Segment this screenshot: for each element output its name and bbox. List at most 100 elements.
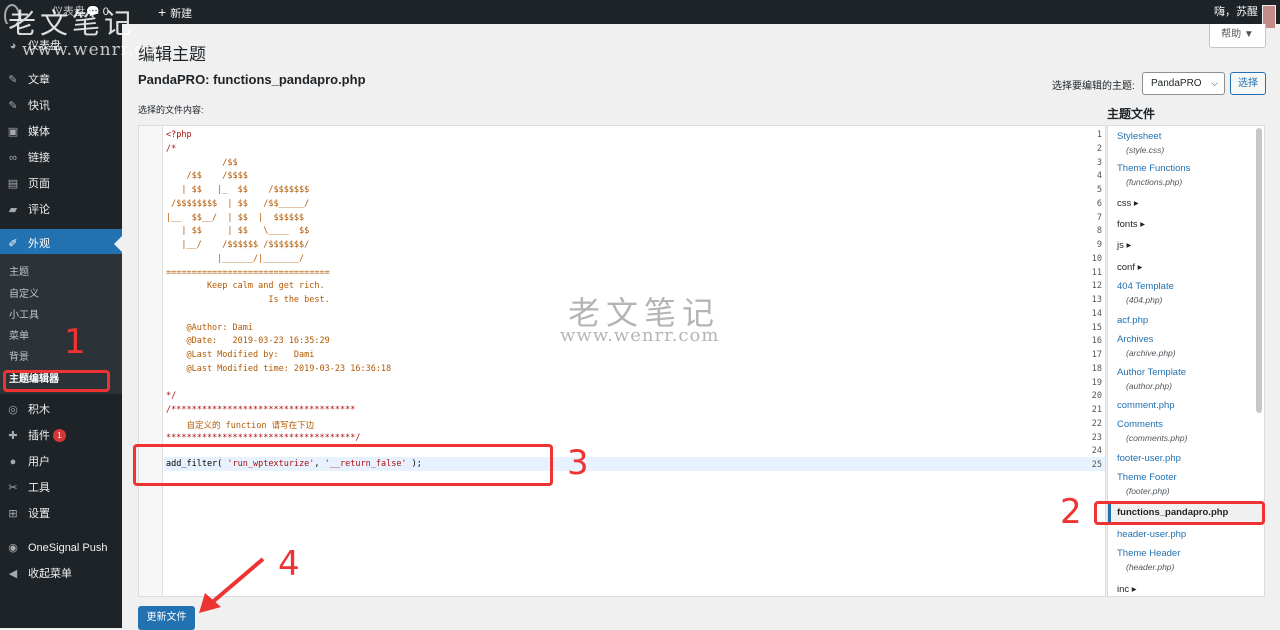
sidebar-item-label: 外观 — [28, 238, 50, 250]
plugin-update-badge: 1 — [53, 429, 66, 442]
file-folder[interactable]: fonts ▸ — [1117, 219, 1145, 230]
file-folder[interactable]: conf ▸ — [1117, 262, 1142, 273]
sidebar-item-news[interactable]: ✎ 快讯 — [0, 94, 122, 118]
file-folder[interactable]: css ▸ — [1117, 198, 1139, 209]
code-line[interactable]: /************************************ — [166, 405, 355, 415]
code-line[interactable]: <?php — [166, 130, 192, 140]
file-link[interactable]: Stylesheet — [1117, 131, 1161, 142]
submenu-customize[interactable]: 自定义 — [9, 286, 39, 304]
line-number: 3 — [1096, 157, 1102, 168]
sidebar-item-pages[interactable]: ▤ 页面 — [0, 172, 122, 196]
sidebar-item-onesignal[interactable]: ◉ OneSignal Push — [0, 536, 122, 560]
line-number: 25 — [1091, 460, 1102, 470]
code-line[interactable]: /$$$$$$$$ | $$ /$$_____/ — [166, 199, 309, 209]
file-link[interactable]: Author Template — [1117, 367, 1186, 378]
sidebar-item-users[interactable]: ● 用户 — [0, 450, 122, 474]
help-button[interactable]: 帮助 ▼ — [1209, 24, 1266, 48]
theme-select[interactable]: PandaPRO ⌵ — [1142, 72, 1225, 95]
theme-file-list: Stylesheet (style.css) Theme Functions (fun… — [1107, 125, 1265, 597]
code-line[interactable]: @Date: 2019-03-23 16:35:29 — [166, 336, 329, 346]
file-name-sub: (header.php) — [1126, 562, 1175, 572]
admin-bar-howdy[interactable]: 嗨，苏醒 — [1214, 0, 1258, 24]
sidebar-item-label: 工具 — [28, 482, 50, 494]
annotation-box-3 — [133, 444, 553, 486]
line-number: 14 — [1091, 308, 1102, 319]
blocks-icon: ◎ — [8, 404, 18, 416]
code-line[interactable]: @Last Modified by: Dami — [166, 350, 314, 360]
sidebar-item-label: 链接 — [28, 152, 50, 164]
code-line[interactable]: ================================ — [166, 268, 330, 278]
code-line[interactable]: /$$ /$$$$ — [166, 171, 247, 181]
chevron-down-icon: ⌵ — [1211, 78, 1218, 88]
sidebar-item-label: 积木 — [28, 404, 50, 416]
theme-select-label: 选择要编辑的主题: — [1052, 81, 1135, 92]
brush-icon: ✐ — [8, 238, 18, 250]
line-number: 2 — [1096, 143, 1102, 154]
watermark-top-url: www.wenrr.co — [22, 40, 157, 60]
code-line[interactable]: *************************************/ — [166, 433, 360, 443]
file-link[interactable]: comment.php — [1117, 400, 1175, 411]
file-link[interactable]: Archives — [1117, 334, 1153, 345]
file-name-sub: (archive.php) — [1126, 348, 1176, 358]
file-link[interactable]: Comments — [1117, 419, 1163, 430]
file-folder[interactable]: inc ▸ — [1117, 584, 1137, 595]
file-list-scrollbar[interactable] — [1256, 128, 1262, 413]
select-theme-button[interactable]: 选择 — [1230, 72, 1266, 95]
file-link[interactable]: Theme Footer — [1117, 472, 1177, 483]
sidebar-item-tools[interactable]: ✂ 工具 — [0, 476, 122, 500]
plus-icon: + — [158, 4, 167, 20]
admin-sidebar: ◕ 仪表盘 ✎ 文章 ✎ 快讯 ▣ 媒体 ∞ 链接 ▤ 页面 ▰ 评论 ✐ 外观… — [0, 24, 122, 628]
submenu-widgets[interactable]: 小工具 — [9, 307, 39, 325]
sidebar-item-collapse[interactable]: ◀ 收起菜单 — [0, 562, 122, 586]
settings-icon: ⊞ — [8, 508, 18, 520]
code-line[interactable]: 自定义的 function 请写在下边 — [166, 419, 314, 431]
file-link[interactable]: Theme Functions — [1117, 163, 1190, 174]
submenu-menus[interactable]: 菜单 — [9, 328, 29, 346]
sidebar-item-plugins[interactable]: ✚ 插件 1 — [0, 424, 122, 448]
file-folder[interactable]: js ▸ — [1117, 240, 1131, 251]
file-link[interactable]: acf.php — [1117, 315, 1148, 326]
code-line[interactable]: | $$ |_ $$ /$$$$$$$ — [166, 185, 309, 195]
line-number: 17 — [1091, 350, 1102, 360]
sidebar-item-blocks[interactable]: ◎ 积木 — [0, 398, 122, 422]
file-title: PandaPRO: functions_pandapro.php — [138, 72, 366, 87]
theme-files-heading: 主题文件 — [1107, 107, 1156, 121]
code-line[interactable]: |__/ /$$$$$$ /$$$$$$$/ — [166, 240, 309, 250]
sidebar-item-links[interactable]: ∞ 链接 — [0, 146, 122, 170]
code-line[interactable]: | $$ | $$ \____ $$ — [166, 226, 309, 236]
update-file-button[interactable]: 更新文件 — [138, 606, 195, 630]
annotation-number-3: 3 — [567, 443, 589, 483]
sidebar-item-posts[interactable]: ✎ 文章 — [0, 68, 122, 92]
media-icon: ▣ — [7, 126, 19, 138]
sidebar-item-comments[interactable]: ▰ 评论 — [0, 198, 122, 222]
code-line[interactable]: |__ $$__/ | $$ | $$$$$$ — [166, 213, 304, 223]
file-name-sub: (footer.php) — [1126, 486, 1170, 496]
sidebar-item-settings[interactable]: ⊞ 设置 — [0, 502, 122, 526]
code-line[interactable]: |______/|_______/ — [166, 254, 304, 264]
admin-bar: 仪表盘 💬 0 + 新建 嗨，苏醒 — [0, 0, 1280, 29]
code-line[interactable]: @Author: Dami — [166, 323, 253, 333]
sidebar-item-media[interactable]: ▣ 媒体 — [0, 120, 122, 144]
code-line[interactable]: @Last Modified time: 2019-03-23 16:36:18 — [166, 364, 391, 374]
admin-bar-new[interactable]: + 新建 — [158, 0, 192, 24]
line-number: 5 — [1096, 185, 1102, 195]
file-link[interactable]: 404 Template — [1117, 281, 1174, 292]
code-line[interactable]: /* — [166, 144, 176, 154]
file-link[interactable]: footer-user.php — [1117, 453, 1181, 464]
code-editor[interactable]: 1 2 3 4 5 6 7 8 9 10 11 12 13 14 15 16 17 18 19 20 21 22 23 24 2… — [138, 125, 1106, 597]
line-number: 8 — [1096, 226, 1102, 237]
code-line[interactable]: Is the best. — [166, 295, 329, 305]
code-line[interactable]: Keep calm and get rich. — [166, 281, 325, 291]
sidebar-item-label: OneSignal Push — [28, 542, 108, 554]
file-link[interactable]: header-user.php — [1117, 529, 1186, 540]
code-line[interactable]: */ — [166, 391, 176, 401]
file-link[interactable]: Theme Header — [1117, 548, 1180, 559]
theme-select-value: PandaPRO — [1151, 78, 1202, 89]
submenu-background[interactable]: 背景 — [9, 349, 29, 367]
plugin-icon: ✚ — [8, 430, 18, 442]
caret-right-icon: ▸ — [1129, 584, 1137, 595]
submenu-themes[interactable]: 主题 — [9, 264, 29, 282]
code-line[interactable]: /$$ — [166, 158, 237, 168]
caret-right-icon: ▸ — [1123, 240, 1132, 251]
file-name-sub: (404.php) — [1126, 295, 1163, 305]
